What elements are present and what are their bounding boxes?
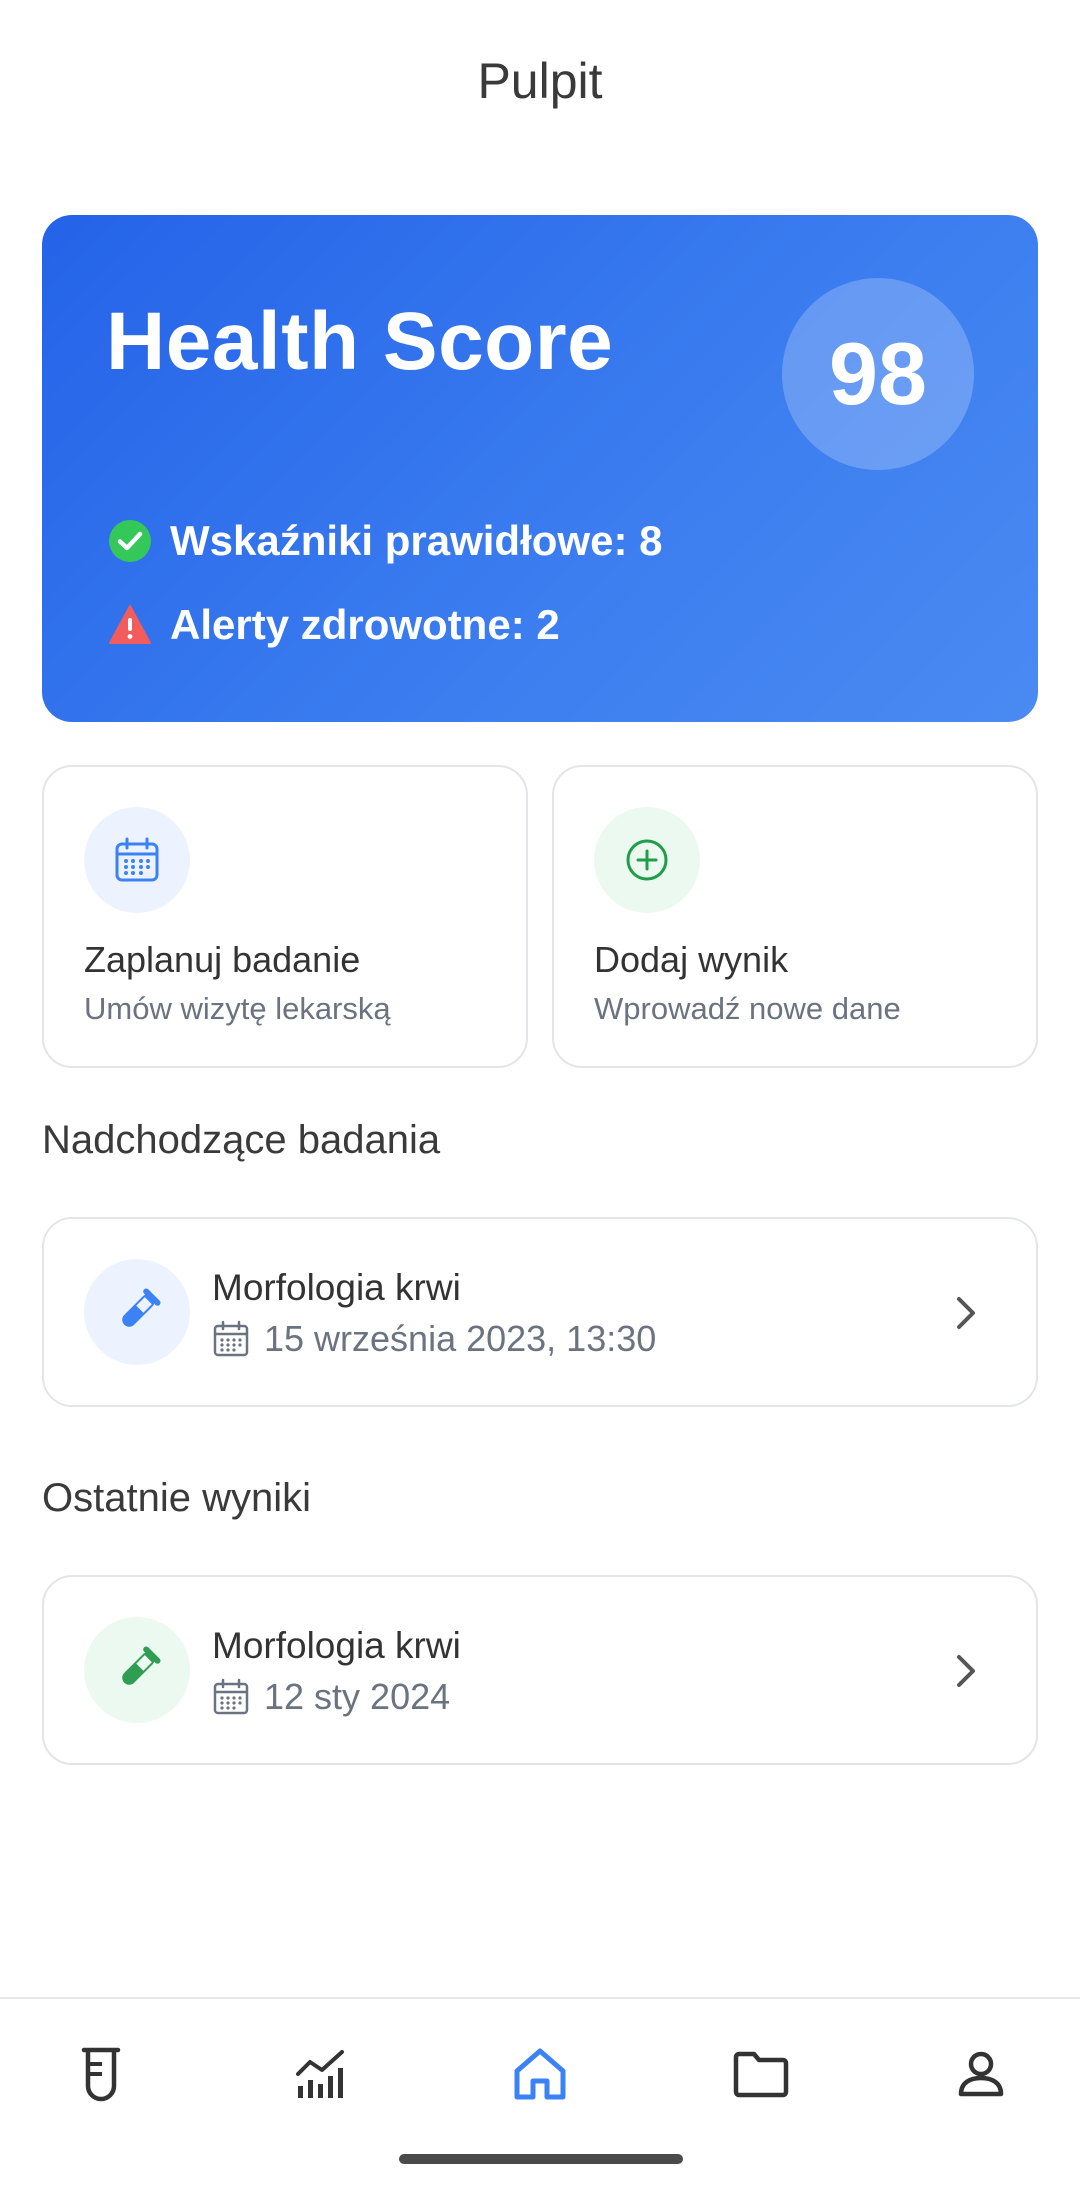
home-indicator[interactable]: [399, 2154, 683, 2164]
health-score-card[interactable]: Health Score 98 Wskaźniki prawidłowe: 8 …: [42, 215, 1038, 722]
nav-files[interactable]: [721, 2034, 801, 2114]
upcoming-exam-date-row: 15 września 2023, 13:30: [212, 1318, 656, 1360]
upcoming-section-title: Nadchodzące badania: [42, 1118, 441, 1162]
recent-result-date-row: 12 sty 2024: [212, 1676, 450, 1718]
schedule-exam-title: Zaplanuj badanie: [84, 939, 361, 980]
recent-result-date: 12 sty 2024: [264, 1676, 451, 1717]
nav-home[interactable]: [500, 2034, 580, 2114]
home-icon: [514, 2048, 566, 2100]
page-title: Pulpit: [477, 53, 603, 109]
bottom-navigation: [0, 1997, 1080, 2187]
recent-result-item[interactable]: Morfologia krwi 12 sty 2024: [42, 1575, 1038, 1765]
upcoming-exam-date: 15 września 2023, 13:30: [264, 1318, 657, 1359]
schedule-exam-subtitle: Umów wizytę lekarską: [84, 991, 391, 1026]
plus-circle-icon: [626, 839, 668, 881]
test-tube-badge: [84, 1259, 190, 1365]
schedule-exam-card[interactable]: Zaplanuj badanie Umów wizytę lekarską: [42, 765, 528, 1068]
health-score-title: Health Score: [106, 296, 614, 387]
calendar-small-icon: [213, 1320, 249, 1357]
alerts-row: Alerty zdrowotne: 2: [108, 601, 560, 649]
nav-profile[interactable]: [941, 2034, 1021, 2114]
normal-indicators-text: Wskaźniki prawidłowe: 8: [170, 517, 663, 564]
test-tube-badge: [84, 1617, 190, 1723]
warning-icon: [109, 605, 151, 644]
recent-section-title: Ostatnie wyniki: [42, 1476, 311, 1520]
add-result-card[interactable]: Dodaj wynik Wprowadź nowe dane: [552, 765, 1038, 1068]
nav-tests[interactable]: [61, 2034, 141, 2114]
calendar-icon: [115, 837, 159, 882]
chevron-right-icon: [957, 1297, 975, 1329]
chart-icon: [296, 2050, 344, 2098]
recent-result-title: Morfologia krwi: [212, 1625, 461, 1666]
chevron-right-icon: [957, 1655, 975, 1687]
normal-indicators-row: Wskaźniki prawidłowe: 8: [108, 517, 662, 565]
alerts-text: Alerty zdrowotne: 2: [170, 601, 560, 648]
check-circle-icon: [109, 520, 151, 562]
add-result-title: Dodaj wynik: [594, 939, 789, 980]
beaker-icon: [81, 2047, 121, 2102]
user-icon: [958, 2051, 1004, 2097]
dashboard-screen: Pulpit Health Score 98 Wskaźniki prawidł…: [0, 0, 1080, 2187]
calendar-icon-badge: [84, 807, 190, 913]
plus-icon-badge: [594, 807, 700, 913]
add-result-subtitle: Wprowadź nowe dane: [594, 991, 901, 1026]
calendar-small-icon: [213, 1678, 249, 1715]
folder-icon: [733, 2051, 789, 2098]
test-tube-icon: [122, 1288, 161, 1327]
health-score-value: 98: [782, 278, 974, 470]
nav-stats[interactable]: [282, 2034, 362, 2114]
upcoming-exam-item[interactable]: Morfologia krwi 15 września 2023, 13:30: [42, 1217, 1038, 1407]
upcoming-exam-title: Morfologia krwi: [212, 1267, 461, 1308]
test-tube-icon: [122, 1646, 161, 1685]
